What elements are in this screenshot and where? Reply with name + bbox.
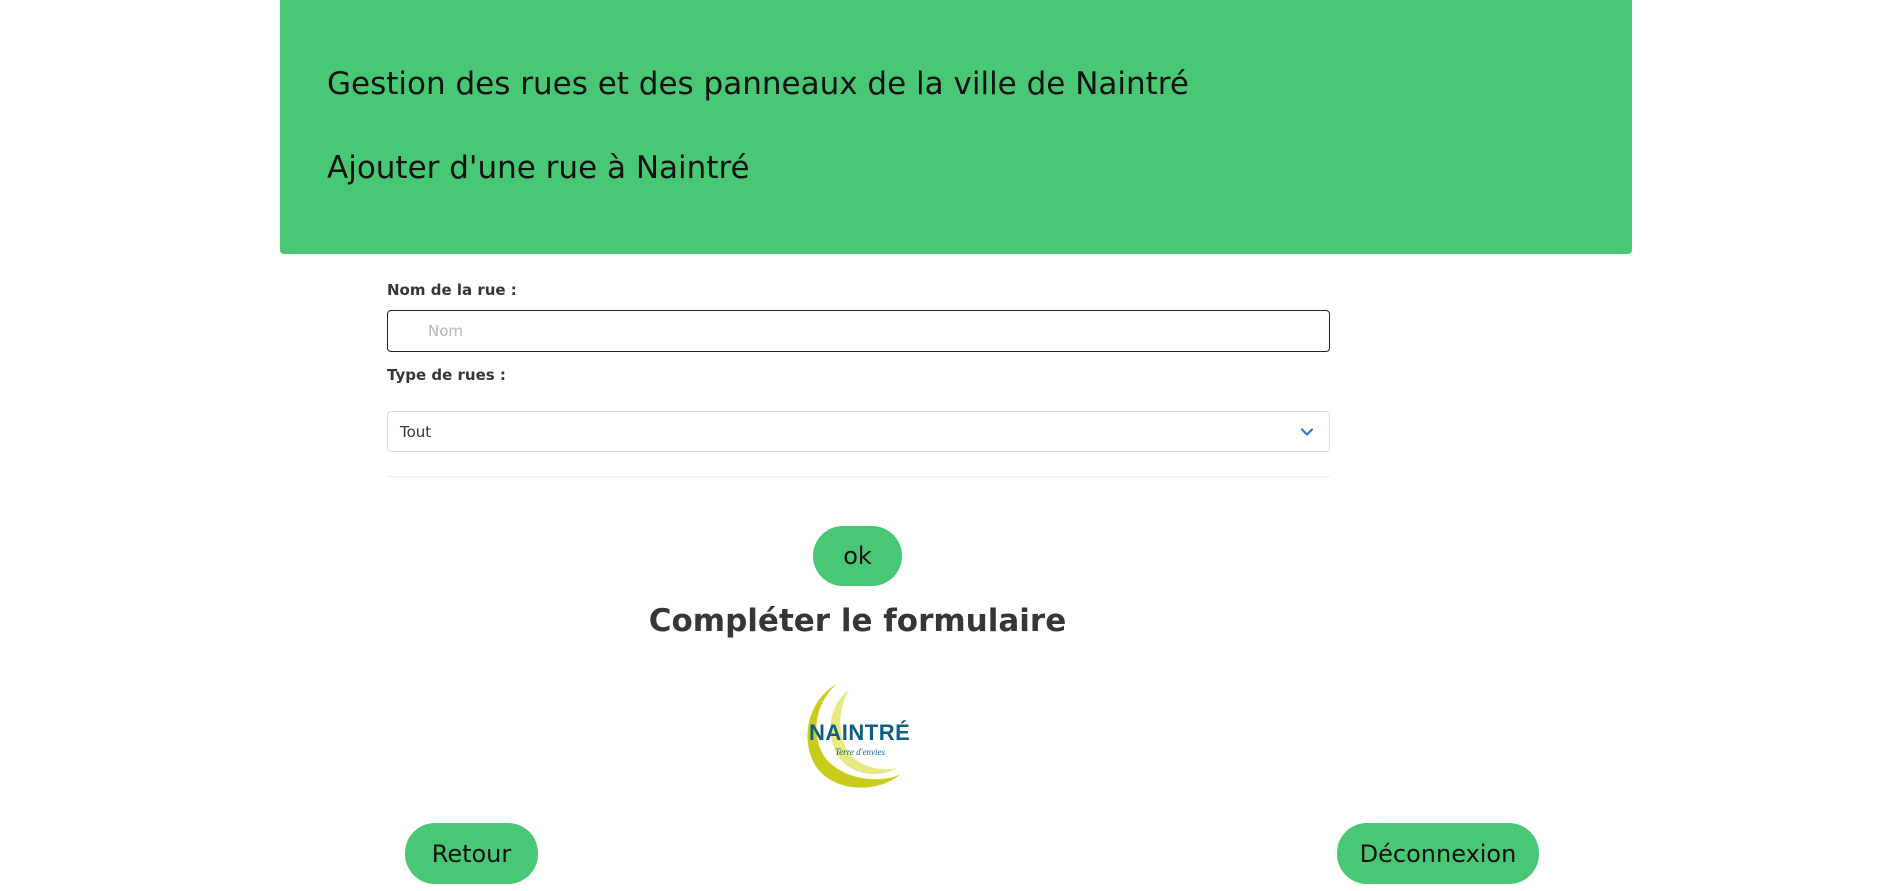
form-divider xyxy=(387,476,1330,477)
street-type-selected-value: Tout xyxy=(400,422,432,441)
street-type-label: Type de rues : xyxy=(387,366,506,384)
naintre-logo: NAINTRÉ Terre d'envies xyxy=(797,680,913,792)
form-status-message: Compléter le formulaire xyxy=(648,603,1067,639)
street-name-field-wrapper xyxy=(387,310,1330,352)
page-title: Gestion des rues et des panneaux de la v… xyxy=(327,66,1189,102)
logo-text: NAINTRÉ xyxy=(809,720,911,745)
chevron-down-icon xyxy=(1299,424,1315,440)
back-button[interactable]: Retour xyxy=(405,823,538,884)
page-header: Gestion des rues et des panneaux de la v… xyxy=(280,0,1632,254)
street-type-select[interactable]: Tout xyxy=(387,411,1330,452)
street-name-input[interactable] xyxy=(388,311,1329,351)
submit-button[interactable]: ok xyxy=(813,526,902,586)
page-subtitle: Ajouter d'une rue à Naintré xyxy=(327,150,750,186)
logo-tagline: Terre d'envies xyxy=(835,747,886,757)
logout-button[interactable]: Déconnexion xyxy=(1337,823,1539,884)
street-name-label: Nom de la rue : xyxy=(387,281,517,299)
